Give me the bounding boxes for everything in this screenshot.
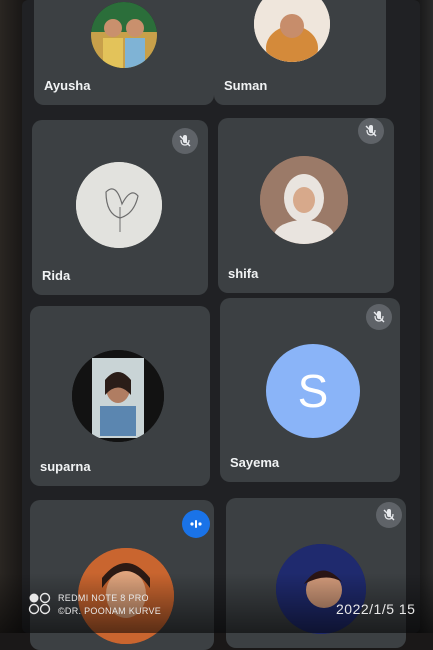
mic-off-icon bbox=[358, 118, 384, 144]
avatar-initial: S bbox=[297, 365, 329, 417]
participant-tile-rida[interactable]: Rida bbox=[32, 120, 208, 295]
avatar-suman bbox=[254, 0, 330, 62]
participant-tile-sayema[interactable]: S Sayema bbox=[220, 298, 400, 482]
participant-tile-shifa[interactable]: shifa bbox=[218, 118, 394, 293]
meeting-grid: Ayusha Suman Rida shifa suparna S Sayema bbox=[22, 0, 420, 650]
watermark-device: REDMI NOTE 8 PRO bbox=[58, 593, 149, 603]
avatar-suparna bbox=[72, 350, 164, 442]
mic-off-icon bbox=[172, 128, 198, 154]
participant-tile-suman[interactable]: Suman bbox=[214, 0, 386, 105]
participant-name: suparna bbox=[40, 459, 91, 474]
audio-level-icon bbox=[182, 510, 210, 538]
participant-tile-ayusha[interactable]: Ayusha bbox=[34, 0, 214, 105]
participant-name: Sayema bbox=[230, 455, 280, 470]
participant-tile-suparna[interactable]: suparna bbox=[30, 306, 210, 486]
camera-logo-icon bbox=[28, 592, 52, 621]
watermark-date: 2022/1/5 15 bbox=[336, 601, 416, 617]
mic-off-icon bbox=[366, 304, 392, 330]
avatar-shifa bbox=[260, 156, 348, 244]
mic-off-icon bbox=[376, 502, 402, 528]
avatar-rida bbox=[76, 162, 162, 248]
participant-name: Rida bbox=[42, 268, 71, 283]
participant-name: Suman bbox=[224, 78, 268, 93]
avatar-sayema: S bbox=[266, 344, 360, 438]
participant-name: shifa bbox=[228, 266, 259, 281]
watermark-credit: ©DR. POONAM KURVE bbox=[58, 606, 162, 616]
avatar-ayusha bbox=[91, 2, 157, 68]
participant-name: Ayusha bbox=[44, 78, 91, 93]
